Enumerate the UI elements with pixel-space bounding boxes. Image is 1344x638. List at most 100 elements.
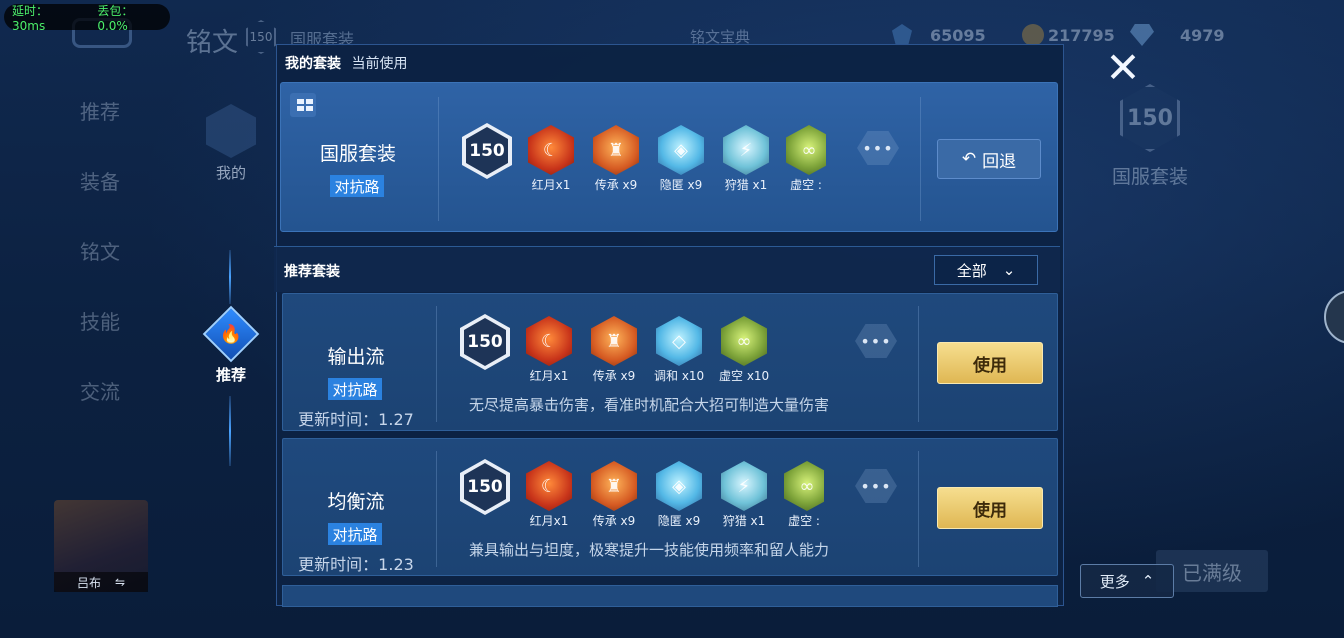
divider xyxy=(920,97,921,221)
divider xyxy=(438,97,439,221)
divider xyxy=(918,451,919,567)
rune-label: 红月x1 xyxy=(529,369,569,383)
gem-icon xyxy=(892,24,912,46)
chevron-down-icon: ⌄ xyxy=(1002,261,1016,279)
nav-mine[interactable]: 我的 xyxy=(202,104,260,183)
recommended-title: 推荐套装 xyxy=(284,264,340,280)
update-time: 更新时间：1.23 xyxy=(298,555,414,574)
network-debug-overlay: 延时：30ms 丢包：0.0% xyxy=(4,3,170,33)
rune-slot[interactable]: ◈ 隐匿 x9 xyxy=(656,125,706,193)
rune-label: 传承 x9 xyxy=(592,514,636,528)
more-runes-icon[interactable]: ••• xyxy=(857,131,899,165)
more-runes-icon[interactable]: ••• xyxy=(855,469,897,503)
void-rune-icon: ∞ xyxy=(784,461,824,511)
set-level-badge: 150 xyxy=(460,314,510,370)
lane-tag: 对抗路 xyxy=(328,378,382,400)
recommended-set-card-partial xyxy=(282,585,1058,607)
rune-label: 虚空 : xyxy=(790,178,822,192)
stealth-rune-icon: ◈ xyxy=(658,125,704,175)
current-set-card: 国服套装 对抗路 150 ☾ 红月x1 ♜ 传承 x9 ◈ 隐匿 x9 ⚡ 狩猎… xyxy=(280,82,1058,232)
void-rune-icon: ∞ xyxy=(721,316,767,366)
current-set-name: 国服套装 xyxy=(319,143,396,165)
latency-text: 延时：30ms xyxy=(12,3,49,33)
filter-value: 全部 xyxy=(956,261,987,280)
rune-label: 红月x1 xyxy=(529,514,569,528)
set-name: 均衡流 xyxy=(327,491,385,513)
set-description: 无尽提高暴击伤害，看准时机配合大招可制造大量伤害 xyxy=(469,396,830,414)
rune-label: 狩猎 x1 xyxy=(724,178,768,192)
red-moon-rune-icon: ☾ xyxy=(526,461,572,511)
revert-button[interactable]: ↶ 回退 xyxy=(937,139,1041,179)
nav-connector xyxy=(229,250,231,304)
more-runes-icon[interactable]: ••• xyxy=(855,324,897,358)
rune-slot[interactable]: ☾ 红月x1 xyxy=(524,461,574,529)
sidebar-item-community[interactable]: 交流 xyxy=(80,376,120,405)
coin-icon xyxy=(1022,24,1044,46)
nav-recommend-label: 推荐 xyxy=(215,366,246,384)
sidebar-item-equipment[interactable]: 装备 xyxy=(80,166,120,195)
filter-dropdown[interactable]: 全部 ⌄ xyxy=(934,255,1038,285)
grid-icon[interactable] xyxy=(290,93,316,117)
hero-name-bar[interactable]: 吕布 ⇋ xyxy=(54,572,148,592)
right-set-name: 国服套装 xyxy=(1111,166,1188,188)
level-badge: 150 xyxy=(246,20,276,54)
nav-connector xyxy=(229,396,231,466)
rune-slot[interactable]: ◈ 隐匿 x9 xyxy=(654,461,704,529)
more-button[interactable]: 更多 ⌃ xyxy=(1080,564,1174,598)
close-icon[interactable]: ✕ xyxy=(1104,47,1142,89)
rune-slot[interactable]: ♜ 传承 x9 xyxy=(591,125,641,193)
rune-slot[interactable]: ∞ 虚空 x10 xyxy=(719,316,769,384)
lane-tag: 对抗路 xyxy=(330,175,384,197)
rune-slot[interactable]: ◇ 调和 x10 xyxy=(654,316,704,384)
inheritance-rune-icon: ♜ xyxy=(593,125,639,175)
rune-slot[interactable]: ∞ 虚空 : xyxy=(786,125,826,193)
chevron-up-icon: ⌃ xyxy=(1141,572,1155,590)
rune-slot[interactable]: ⚡ 狩猎 x1 xyxy=(719,461,769,529)
sidebar-item-skills[interactable]: 技能 xyxy=(80,306,120,335)
right-set-preview: 150 国服套装 xyxy=(1090,84,1210,189)
rune-label: 传承 x9 xyxy=(594,178,638,192)
use-set-button[interactable]: 使用 xyxy=(937,487,1043,529)
update-time: 更新时间：1.27 xyxy=(298,410,414,429)
lane-tag: 对抗路 xyxy=(328,523,382,545)
inheritance-rune-icon: ♜ xyxy=(591,461,637,511)
rune-slot[interactable]: ⚡ 狩猎 x1 xyxy=(721,125,771,193)
red-moon-rune-icon: ☾ xyxy=(528,125,574,175)
void-rune-icon: ∞ xyxy=(786,125,826,175)
rune-label: 隐匿 x9 xyxy=(657,514,701,528)
rune-label: 虚空 x10 xyxy=(719,369,770,383)
rune-slot[interactable]: ☾ 红月x1 xyxy=(524,316,574,384)
inheritance-rune-icon: ♜ xyxy=(591,316,637,366)
nav-recommend[interactable]: 🔥 推荐 xyxy=(202,305,260,385)
hunt-rune-icon: ⚡ xyxy=(723,125,769,175)
hero-name: 吕布 xyxy=(76,575,101,590)
rune-label: 虚空 : xyxy=(788,514,820,528)
use-set-button[interactable]: 使用 xyxy=(937,342,1043,384)
divider xyxy=(436,451,437,567)
my-sets-label: 我的套装 xyxy=(285,56,341,72)
divider xyxy=(918,306,919,422)
left-sidebar: 推荐 装备 铭文 技能 交流 xyxy=(0,76,180,476)
page-title: 铭文 xyxy=(186,28,239,58)
diamond-count: 4979 xyxy=(1180,26,1225,45)
rune-slot[interactable]: ☾ 红月x1 xyxy=(526,125,576,193)
stealth-rune-icon: ◈ xyxy=(656,461,702,511)
undo-icon: ↶ xyxy=(961,149,977,169)
recommended-set-card: 输出流 对抗路 更新时间：1.27 150 ☾ 红月x1 ♜ 传承 x9 ◇ 调… xyxy=(282,293,1058,431)
harmony-rune-icon: ◇ xyxy=(656,316,702,366)
rune-slot[interactable]: ♜ 传承 x9 xyxy=(589,461,639,529)
rune-set-modal: 我的套装 当前使用 国服套装 对抗路 150 ☾ 红月x1 ♜ 传承 x9 ◈ … xyxy=(274,44,1064,607)
rune-label: 调和 x10 xyxy=(654,369,705,383)
rune-label: 传承 x9 xyxy=(592,369,636,383)
rune-slot[interactable]: ∞ 虚空 : xyxy=(784,461,824,529)
set-name: 输出流 xyxy=(327,346,385,368)
rune-label: 红月x1 xyxy=(531,178,571,192)
sidebar-item-recommend[interactable]: 推荐 xyxy=(80,96,120,125)
packet-loss-text: 丢包：0.0% xyxy=(97,3,134,33)
revert-label: 回退 xyxy=(982,151,1017,172)
right-level-badge: 150 xyxy=(1120,84,1180,152)
set-level-badge: 150 xyxy=(460,459,510,515)
sidebar-item-runes[interactable]: 铭文 xyxy=(80,236,120,265)
rune-slot[interactable]: ♜ 传承 x9 xyxy=(589,316,639,384)
divider xyxy=(436,306,437,422)
